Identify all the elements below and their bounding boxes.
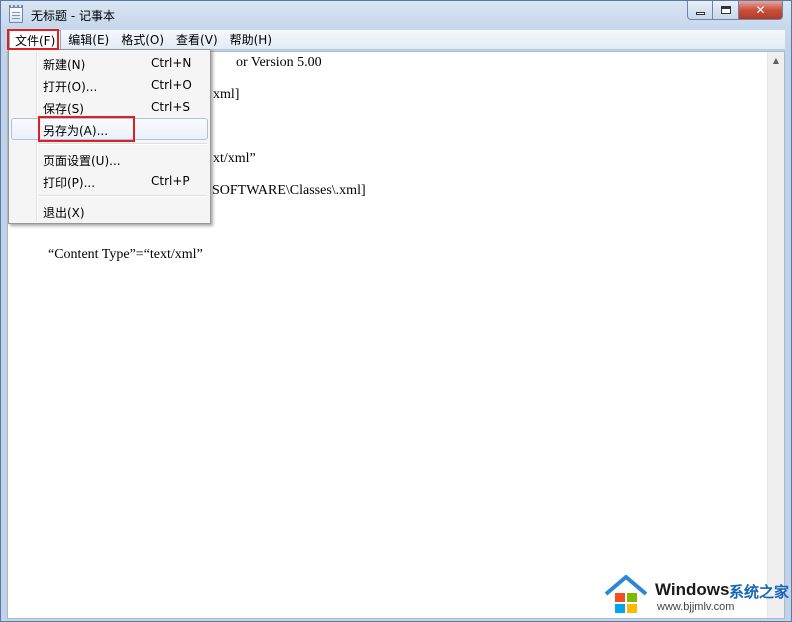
watermark-brand: Windows (655, 580, 730, 599)
arrow-up-icon: ▲ (772, 56, 780, 65)
maximize-icon (720, 6, 731, 14)
menu-item-print[interactable]: 打印(P)... Ctrl+P (11, 170, 208, 192)
menu-item-label: 新建(N) (43, 58, 86, 72)
menu-separator (39, 143, 207, 145)
menu-item-label: 保存(S) (43, 102, 84, 116)
menu-file[interactable]: 文件(F) (9, 30, 62, 49)
minimize-icon (695, 11, 705, 15)
text-line: or Version 5.00 (236, 55, 322, 70)
menu-item-exit[interactable]: 退出(X) (11, 200, 208, 222)
text-line: xml] (213, 87, 240, 102)
menu-item-label: 打印(P)... (43, 176, 96, 190)
menu-separator (39, 195, 207, 197)
maximize-button[interactable] (713, 1, 739, 20)
menu-item-label: 打开(O)... (43, 80, 98, 94)
vertical-scrollbar[interactable]: ▲ (767, 52, 784, 618)
menu-item-shortcut: Ctrl+N (151, 56, 192, 70)
file-menu-dropdown: 新建(N) Ctrl+N 打开(O)... Ctrl+O 保存(S) Ctrl+… (8, 49, 211, 224)
menu-item-save-as[interactable]: 另存为(A)... (11, 118, 208, 140)
title-bar[interactable]: 无标题 - 记事本 ✕ (1, 1, 791, 29)
scroll-up-button[interactable]: ▲ (768, 52, 784, 69)
menu-view[interactable]: 查看(V) (171, 30, 223, 49)
windows-house-logo-icon (604, 575, 648, 613)
menu-item-label: 另存为(A)... (43, 124, 109, 138)
text-line: “Content Type”=“text/xml” (48, 247, 203, 262)
close-button[interactable]: ✕ (739, 1, 783, 20)
watermark: Windows 系统之家 www.bjjmlv.com (603, 570, 789, 618)
menu-item-shortcut: Ctrl+S (151, 100, 191, 114)
menu-item-label: 退出(X) (43, 206, 85, 220)
menu-item-label: 页面设置(U)... (43, 154, 121, 168)
caption-buttons: ✕ (687, 1, 783, 21)
menu-help[interactable]: 帮助(H) (225, 30, 277, 49)
menu-item-shortcut: Ctrl+O (151, 78, 192, 92)
minimize-button[interactable] (687, 1, 713, 20)
menu-item-new[interactable]: 新建(N) Ctrl+N (11, 52, 208, 74)
watermark-site-name: 系统之家 (729, 583, 790, 601)
text-line: xt/xml” (213, 151, 256, 166)
menu-format[interactable]: 格式(O) (116, 30, 169, 49)
window-title: 无标题 - 记事本 (31, 9, 115, 23)
menu-item-page-setup[interactable]: 页面设置(U)... (11, 148, 208, 170)
notepad-icon[interactable] (9, 5, 23, 23)
close-icon: ✕ (755, 3, 766, 17)
menu-item-open[interactable]: 打开(O)... Ctrl+O (11, 74, 208, 96)
menu-bar: 文件(F) 编辑(E) 格式(O) 查看(V) 帮助(H) (7, 30, 785, 50)
menu-item-save[interactable]: 保存(S) Ctrl+S (11, 96, 208, 118)
watermark-url: www.bjjmlv.com (657, 601, 735, 613)
menu-edit[interactable]: 编辑(E) (63, 30, 114, 49)
text-line: SOFTWARE\Classes\.xml] (212, 183, 366, 198)
menu-item-shortcut: Ctrl+P (151, 174, 190, 188)
